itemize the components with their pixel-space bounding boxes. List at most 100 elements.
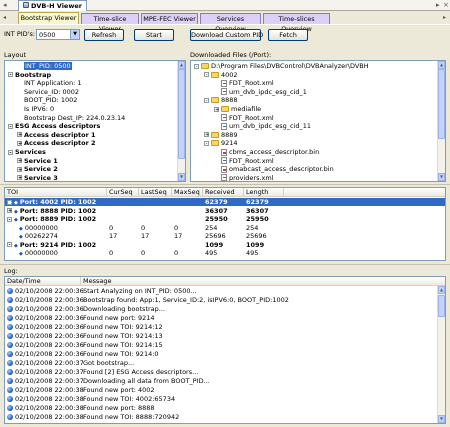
scroll-thumb[interactable]	[438, 69, 445, 139]
chevron-down-icon[interactable]: ▼	[70, 30, 79, 39]
log-time: 02/10/2008 22:00:37	[15, 368, 84, 376]
expand-icon[interactable]: +	[17, 140, 22, 146]
expand-icon[interactable]: +	[214, 106, 219, 112]
scroll-up-icon[interactable]: ▲	[438, 61, 445, 69]
table-row[interactable]: ◆ 00000000 0 0 0 495 495	[5, 249, 445, 257]
tabbar-scroll-right-icon[interactable]: ▸	[436, 0, 440, 10]
tab-services-overview[interactable]: Services Overview	[200, 13, 261, 33]
log-row[interactable]: 02/10/2008 22:00:38 Found new port: 8888	[7, 404, 437, 412]
refresh-button[interactable]: Refresh	[84, 29, 124, 41]
file-tree-label: 8889	[221, 130, 238, 139]
scroll-down-icon[interactable]: ▼	[438, 415, 445, 423]
log-message: Downloading bootstrap...	[83, 305, 165, 313]
tabs-scroll-left-icon[interactable]: ◂	[3, 13, 6, 23]
collapse-icon[interactable]: -	[7, 216, 12, 222]
scroll-up-icon[interactable]: ▲	[178, 61, 185, 69]
layout-tree-node[interactable]: + Service 3	[17, 174, 58, 181]
log-vscroll[interactable]: ▲ ▼	[437, 286, 445, 423]
log-row[interactable]: 02/10/2008 22:00:36 Bootstrap found: App:…	[7, 296, 437, 304]
file-tree-label: FDT_Root.xml	[229, 79, 274, 88]
log-row[interactable]: 02/10/2008 22:00:37 Found [2] ESG Access …	[7, 368, 437, 376]
log-row[interactable]: 02/10/2008 22:00:37 Got bootstrap...	[7, 359, 437, 367]
log-row[interactable]: 02/10/2008 22:00:36 Found new TOI: 9214:0	[7, 350, 437, 358]
log-row[interactable]: 02/10/2008 22:00:38 Found new TOI: 4002:6…	[7, 395, 437, 403]
col-message[interactable]: Message	[81, 277, 341, 286]
download-custom-pid-button[interactable]: Download Custom PID	[190, 29, 263, 41]
tabbar-scroll-left-icon[interactable]: ◂	[3, 0, 7, 10]
scroll-up-icon[interactable]: ▲	[438, 286, 445, 294]
expand-icon[interactable]: +	[7, 208, 12, 214]
log-row[interactable]: 02/10/2008 22:00:36 Downloading bootstrap…	[7, 305, 437, 313]
scroll-down-icon[interactable]: ▼	[438, 173, 445, 181]
expand-icon[interactable]: +	[17, 132, 22, 138]
toi-len-cell: 495	[246, 249, 259, 257]
expand-icon[interactable]: +	[17, 158, 22, 164]
log-row[interactable]: 02/10/2008 22:00:36 Found new port: 9214	[7, 314, 437, 322]
xml-file-icon	[221, 174, 227, 181]
col-date-time[interactable]: Date/Time	[5, 277, 81, 286]
table-row[interactable]: + ◆ Port: 4002 PID: 1002 62379 62379	[5, 198, 445, 206]
info-icon	[7, 323, 13, 330]
toi-max-cell: 0	[174, 249, 179, 257]
collapse-icon[interactable]: -	[7, 242, 12, 248]
collapse-icon[interactable]: -	[194, 63, 199, 69]
tab-mpe-fec-viewer[interactable]: MPE-FEC Viewer	[141, 13, 198, 24]
col-lastseq[interactable]: LastSeq	[139, 188, 172, 197]
col-curseq[interactable]: CurSeq	[107, 188, 139, 197]
scroll-thumb[interactable]	[178, 69, 185, 159]
file-tree-node[interactable]: providers.xml	[221, 174, 274, 181]
collapse-icon[interactable]: -	[204, 72, 209, 78]
col-length[interactable]: Length	[244, 188, 284, 197]
log-time: 02/10/2008 22:00:38	[15, 386, 84, 394]
log-row[interactable]: 02/10/2008 22:00:37 Downloading all data …	[7, 377, 437, 385]
collapse-icon[interactable]: -	[8, 149, 13, 155]
col-received[interactable]: Received	[203, 188, 244, 197]
expand-icon[interactable]: +	[17, 166, 22, 172]
layout-tree[interactable]: INT_PID: 0500- Bootstrap INT Application: …	[4, 60, 186, 182]
collapse-icon[interactable]: -	[8, 72, 13, 78]
tab-bootstrap-viewer[interactable]: Bootstrap Viewer	[18, 12, 79, 24]
tab-time-slices-overview[interactable]: Time-slices Overview	[263, 13, 330, 33]
table-row[interactable]: ◆ 00262274 17 17 17 25696 25696	[5, 232, 445, 240]
collapse-icon[interactable]: -	[8, 123, 13, 129]
col-toi[interactable]: TOI	[5, 188, 107, 197]
log-row[interactable]: 02/10/2008 22:00:36 Found new TOI: 9214:1…	[7, 332, 437, 340]
start-button[interactable]: Start	[134, 29, 174, 41]
layout-tree-label: Access descriptor 2	[24, 139, 96, 148]
close-document-icon[interactable]: ×	[443, 0, 449, 10]
log-row[interactable]: 02/10/2008 22:00:36 Found new TOI: 9214:1…	[7, 323, 437, 331]
expand-icon[interactable]: +	[7, 199, 12, 205]
toi-grid[interactable]: TOI CurSeq LastSeq MaxSeq Received Lengt…	[4, 187, 446, 261]
expand-icon[interactable]: +	[204, 132, 209, 138]
splitter[interactable]	[0, 264, 450, 265]
log-list[interactable]: Date/Time Message 02/10/2008 22:00:36 Sta…	[4, 276, 446, 424]
log-row[interactable]: 02/10/2008 22:00:36 Found new TOI: 9214:1…	[7, 341, 437, 349]
splitter[interactable]	[0, 184, 450, 185]
table-row[interactable]: - ◆ Port: 8889 PID: 1002 25950 25950	[5, 215, 445, 223]
log-row[interactable]: 02/10/2008 22:00:38 Found new port: 4002	[7, 386, 437, 394]
log-message: Found new TOI: 8888:720942	[83, 413, 180, 421]
table-row[interactable]: + ◆ Port: 8888 PID: 1002 36307 36307	[5, 207, 445, 215]
tab-time-slice-viewer[interactable]: Time-slice Viewer	[81, 13, 139, 33]
col-maxseq[interactable]: MaxSeq	[172, 188, 203, 197]
file-tree-label: urn_dvb_ipdc_esg_cid_1	[229, 87, 307, 96]
downloaded-files-tree[interactable]: - D:\Program Files\DVBControl\DVBAnalyzer…	[190, 60, 446, 182]
layout-vscroll[interactable]: ▲ ▼	[177, 61, 185, 181]
fetch-button[interactable]: Fetch	[268, 29, 308, 41]
toi-label: 00000000	[24, 223, 58, 232]
downloads-vscroll[interactable]: ▲ ▼	[437, 61, 445, 181]
expand-icon[interactable]: +	[17, 175, 22, 181]
table-row[interactable]: ◆ 00000000 0 0 0 254 254	[5, 223, 445, 232]
info-icon	[7, 305, 13, 312]
collapse-icon[interactable]: -	[204, 140, 209, 146]
log-time: 02/10/2008 22:00:36	[15, 287, 84, 295]
scroll-thumb[interactable]	[438, 295, 445, 317]
log-row[interactable]: 02/10/2008 22:00:36 Start Analyzing on IN…	[7, 287, 437, 295]
table-row[interactable]: - ◆ Port: 9214 PID: 1002 1099 1099	[5, 241, 445, 249]
tabs-scroll-right-icon[interactable]: ▸	[443, 13, 446, 23]
scroll-down-icon[interactable]: ▼	[178, 173, 185, 181]
collapse-icon[interactable]: -	[204, 97, 209, 103]
log-row[interactable]: 02/10/2008 22:00:38 Found new TOI: 8888:7…	[7, 413, 437, 421]
pid-select[interactable]: 0500 ▼	[36, 29, 80, 40]
document-tab[interactable]: DVB-H Viewer	[18, 0, 87, 11]
